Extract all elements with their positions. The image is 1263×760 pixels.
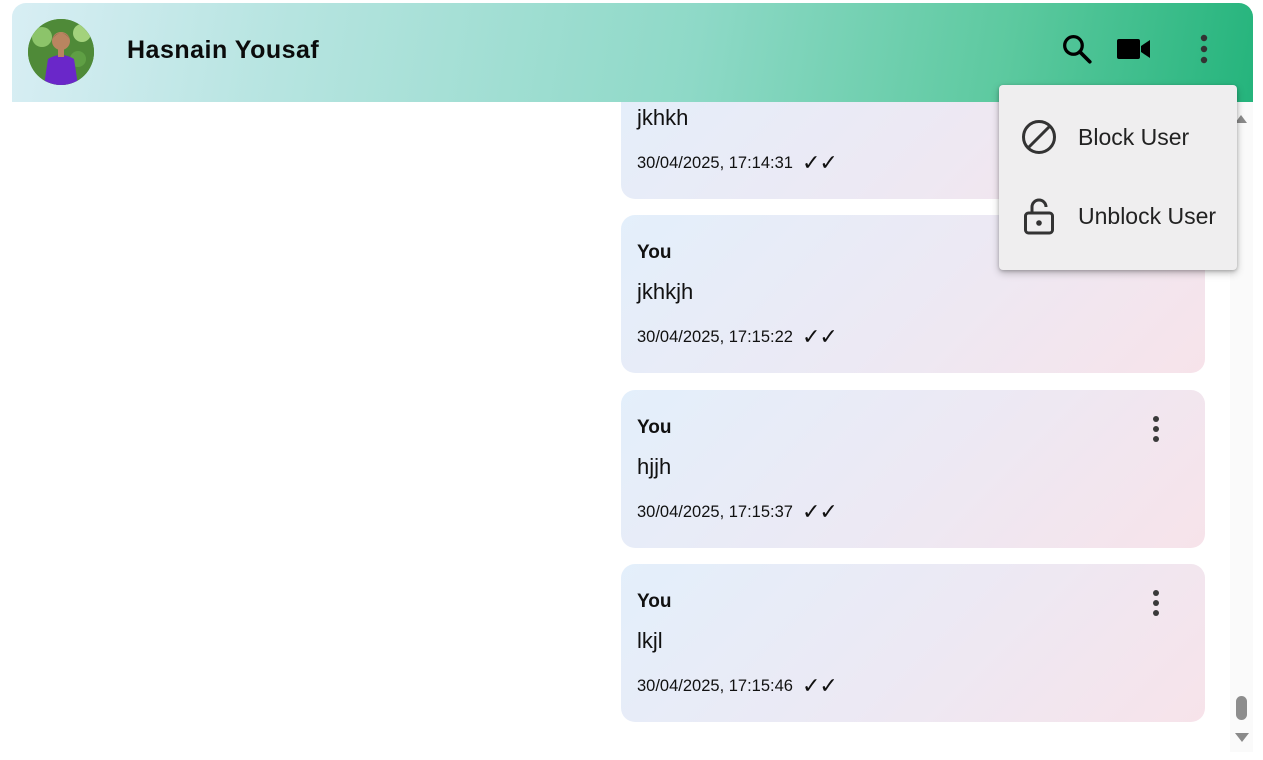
- message-timestamp: 30/04/2025, 17:15:46: [637, 676, 793, 695]
- menu-item-label: Block User: [1078, 123, 1190, 150]
- scrollbar-thumb[interactable]: [1236, 696, 1247, 720]
- message-meta: 30/04/2025, 17:14:31 ✓✓: [637, 150, 838, 176]
- message-meta: 30/04/2025, 17:15:46 ✓✓: [637, 673, 838, 699]
- message-options-button[interactable]: [1141, 588, 1171, 622]
- video-call-icon: [1116, 36, 1152, 67]
- scroll-down-arrow-icon[interactable]: [1235, 733, 1249, 742]
- menu-item-block-user[interactable]: Block User: [999, 102, 1237, 172]
- message-timestamp: 30/04/2025, 17:15:37: [637, 502, 793, 521]
- block-icon: [1019, 117, 1059, 157]
- search-button[interactable]: [1057, 31, 1097, 71]
- read-ticks-icon: ✓✓: [801, 499, 838, 524]
- message-text: jkhkh: [637, 105, 689, 130]
- options-menu: Block User Unblock User: [999, 85, 1237, 270]
- more-vert-icon: [1152, 589, 1160, 622]
- message-sender: You: [637, 242, 672, 263]
- video-call-button[interactable]: [1114, 31, 1154, 71]
- message-meta: 30/04/2025, 17:15:37 ✓✓: [637, 499, 838, 525]
- menu-item-label: Unblock User: [1078, 202, 1217, 229]
- read-ticks-icon: ✓✓: [801, 324, 838, 349]
- search-icon: [1060, 32, 1094, 71]
- avatar[interactable]: [28, 19, 94, 85]
- more-vert-icon: [1152, 415, 1160, 448]
- message-text: lkjl: [637, 628, 663, 653]
- message-text: hjjh: [637, 454, 672, 479]
- message-options-button[interactable]: [1141, 414, 1171, 448]
- unlock-icon: [1019, 196, 1059, 236]
- message-sender: You: [637, 417, 672, 438]
- message-text: jkhkjh: [637, 279, 694, 304]
- contact-name: Hasnain Yousaf: [127, 36, 320, 64]
- more-options-button[interactable]: [1184, 31, 1224, 71]
- read-ticks-icon: ✓✓: [801, 150, 838, 175]
- menu-item-unblock-user[interactable]: Unblock User: [999, 181, 1237, 251]
- read-ticks-icon: ✓✓: [801, 673, 838, 698]
- message-bubble: You lkjl 30/04/2025, 17:15:46 ✓✓: [621, 564, 1205, 722]
- message-bubble: You hjjh 30/04/2025, 17:15:37 ✓✓: [621, 390, 1205, 548]
- message-timestamp: 30/04/2025, 17:14:31: [637, 153, 793, 172]
- more-vert-icon: [1199, 34, 1209, 69]
- message-timestamp: 30/04/2025, 17:15:22: [637, 327, 793, 346]
- message-sender: You: [637, 591, 672, 612]
- message-meta: 30/04/2025, 17:15:22 ✓✓: [637, 324, 838, 350]
